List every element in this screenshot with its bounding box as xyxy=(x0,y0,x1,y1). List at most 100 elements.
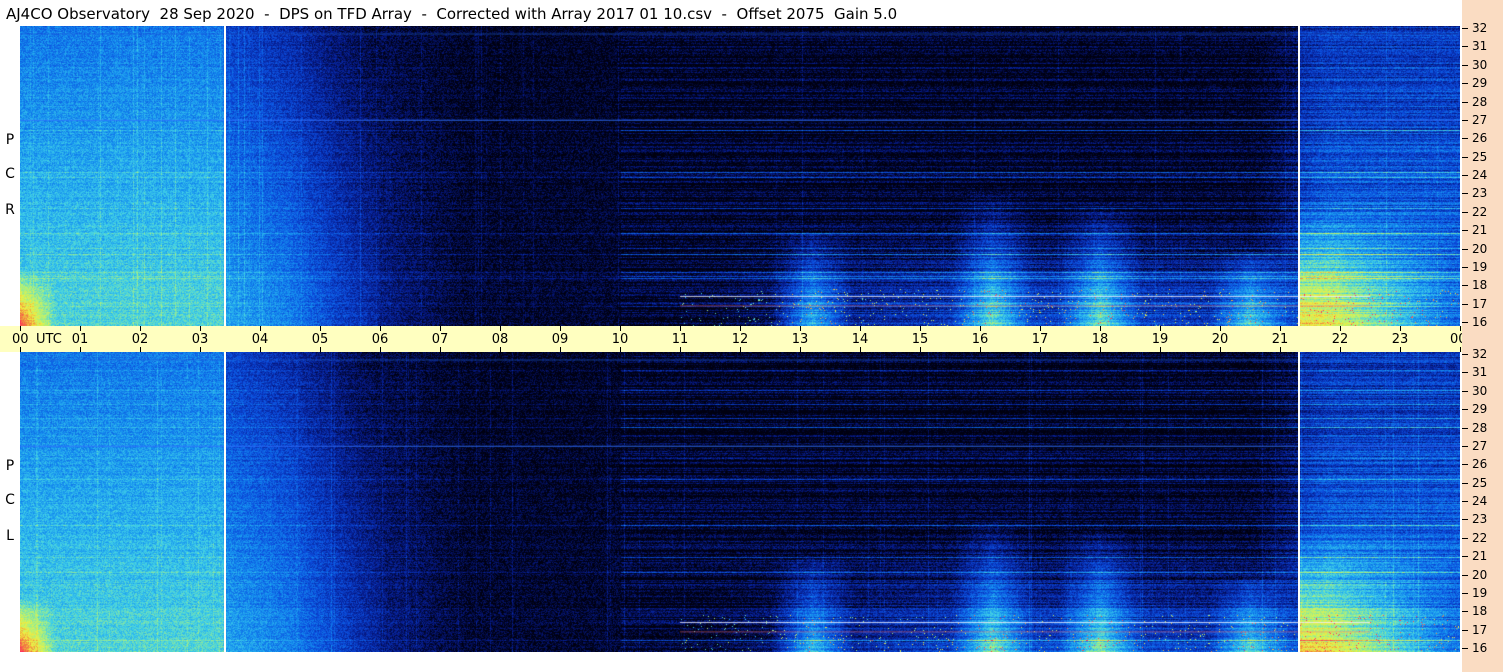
time-tickmark xyxy=(560,326,561,331)
time-tickmark xyxy=(620,326,621,331)
frequency-tickmark xyxy=(1462,574,1468,576)
time-tick-label: 22 xyxy=(1331,332,1349,347)
time-tickmark xyxy=(740,326,741,331)
time-tickmark xyxy=(800,326,801,331)
time-tick-label: 05 xyxy=(311,332,329,347)
time-marker-line xyxy=(1298,352,1300,652)
time-tickmark xyxy=(200,326,201,331)
time-tickmark xyxy=(1280,326,1281,331)
rcp-heatmap xyxy=(20,26,1460,326)
frequency-tickmark xyxy=(1462,119,1468,121)
time-tickmark xyxy=(1400,326,1401,331)
frequency-tick-label: 31 xyxy=(1472,365,1488,380)
frequency-tickmark xyxy=(1462,322,1468,323)
frequency-tick-label: 18 xyxy=(1472,278,1488,293)
frequency-tickmark xyxy=(1462,28,1468,29)
time-tickmark xyxy=(440,326,441,331)
time-tick-label: 19 xyxy=(1151,332,1169,347)
frequency-tick-label: 25 xyxy=(1472,475,1488,490)
time-tick-label: 10 xyxy=(611,332,629,347)
frequency-tick-label: 18 xyxy=(1472,604,1488,619)
time-tickmark xyxy=(860,326,861,331)
frequency-tick-label: 16 xyxy=(1472,315,1488,329)
frequency-tickmark xyxy=(1462,138,1468,140)
frequency-tickmark xyxy=(1462,427,1468,429)
lcp-label: L C P xyxy=(0,352,20,652)
rcp-spectrogram xyxy=(20,26,1460,326)
frequency-tick-label: 28 xyxy=(1472,94,1488,109)
lcp-spectrogram xyxy=(20,352,1460,652)
frequency-tick-label: 19 xyxy=(1472,585,1488,600)
frequency-tickmark xyxy=(1462,285,1468,287)
frequency-tick-label: 24 xyxy=(1472,168,1488,182)
time-tickmark xyxy=(980,326,981,331)
frequency-tickmark xyxy=(1462,409,1468,411)
frequency-tickmark xyxy=(1462,592,1468,594)
frequency-tickmark xyxy=(1462,101,1468,103)
time-tickmark xyxy=(1340,326,1341,331)
time-tickmark xyxy=(140,326,141,331)
frequency-tickmark xyxy=(1462,611,1468,613)
frequency-tick-label: 30 xyxy=(1472,383,1488,398)
time-tick-label: 13 xyxy=(791,332,809,347)
frequency-tickmark xyxy=(1462,303,1468,305)
time-tick-label: 20 xyxy=(1211,332,1229,347)
frequency-tick-label: 32 xyxy=(1472,347,1488,361)
time-tickmark xyxy=(1220,326,1221,331)
frequency-tickmark xyxy=(1462,156,1468,158)
frequency-tickmark xyxy=(1462,230,1468,232)
time-tick-label: 23 xyxy=(1391,332,1409,347)
time-tickmark xyxy=(80,326,81,331)
time-tickmark xyxy=(20,326,21,331)
lcp-heatmap xyxy=(20,352,1460,652)
time-tick-label: 00 xyxy=(12,332,29,347)
time-tick-label: 08 xyxy=(491,332,509,347)
frequency-tick-label: 17 xyxy=(1472,296,1488,311)
time-tick-label: 06 xyxy=(371,332,389,347)
time-tick-label: 02 xyxy=(131,332,149,347)
lcp-letter-c: C xyxy=(5,492,15,508)
frequency-tickmark xyxy=(1462,537,1468,539)
time-tick-label: 11 xyxy=(671,332,689,347)
frequency-tick-label: 31 xyxy=(1472,39,1488,54)
time-tickmark xyxy=(1460,326,1461,331)
frequency-tick-label: 29 xyxy=(1472,76,1488,91)
time-tickmark xyxy=(320,326,321,331)
time-tickmark xyxy=(380,326,381,331)
time-tickmark xyxy=(1040,326,1041,331)
frequency-tick-label: 27 xyxy=(1472,112,1488,127)
frequency-tick-label: 30 xyxy=(1472,57,1488,72)
time-tickmark xyxy=(260,326,261,331)
time-tickmark xyxy=(1160,326,1161,331)
frequency-tickmark xyxy=(1462,629,1468,631)
frequency-tick-label: 21 xyxy=(1472,549,1488,564)
frequency-tick-label: 21 xyxy=(1472,223,1488,238)
time-tick-label: 01 xyxy=(71,332,89,347)
frequency-tick-label: 24 xyxy=(1472,494,1488,508)
frequency-tick-label: 23 xyxy=(1472,512,1488,527)
frequency-tickmark xyxy=(1462,64,1468,66)
time-tickmark xyxy=(1100,326,1101,331)
time-unit-label: UTC xyxy=(36,332,62,347)
frequency-tickmark xyxy=(1462,175,1468,176)
time-tick-label: 18 xyxy=(1091,332,1109,347)
frequency-tick-label: 16 xyxy=(1472,641,1488,655)
frequency-tick-label: 28 xyxy=(1472,420,1488,435)
frequency-tickmark xyxy=(1462,354,1468,355)
frequency-tickmark xyxy=(1462,211,1468,213)
frequency-tickmark xyxy=(1462,372,1468,374)
frequency-tick-label: 20 xyxy=(1472,241,1488,256)
time-marker-line xyxy=(1298,26,1300,326)
time-tick-label: 07 xyxy=(431,332,449,347)
frequency-tick-label: 27 xyxy=(1472,438,1488,453)
frequency-tick-label: 26 xyxy=(1472,131,1488,146)
time-tick-label: 03 xyxy=(191,332,209,347)
frequency-tickmark xyxy=(1462,464,1468,466)
frequency-tickmark xyxy=(1462,445,1468,447)
frequency-tickmark xyxy=(1462,648,1468,649)
rcp-label: R C P xyxy=(0,26,20,326)
time-tick-label: 04 xyxy=(251,332,269,347)
frequency-tick-label: 29 xyxy=(1472,402,1488,417)
frequency-tickmark xyxy=(1462,83,1468,85)
lcp-frequency-axis: 32 31 30 29 28 27 26 25 24 23 22 21 20 19 18 17 16 xyxy=(1462,347,1503,655)
